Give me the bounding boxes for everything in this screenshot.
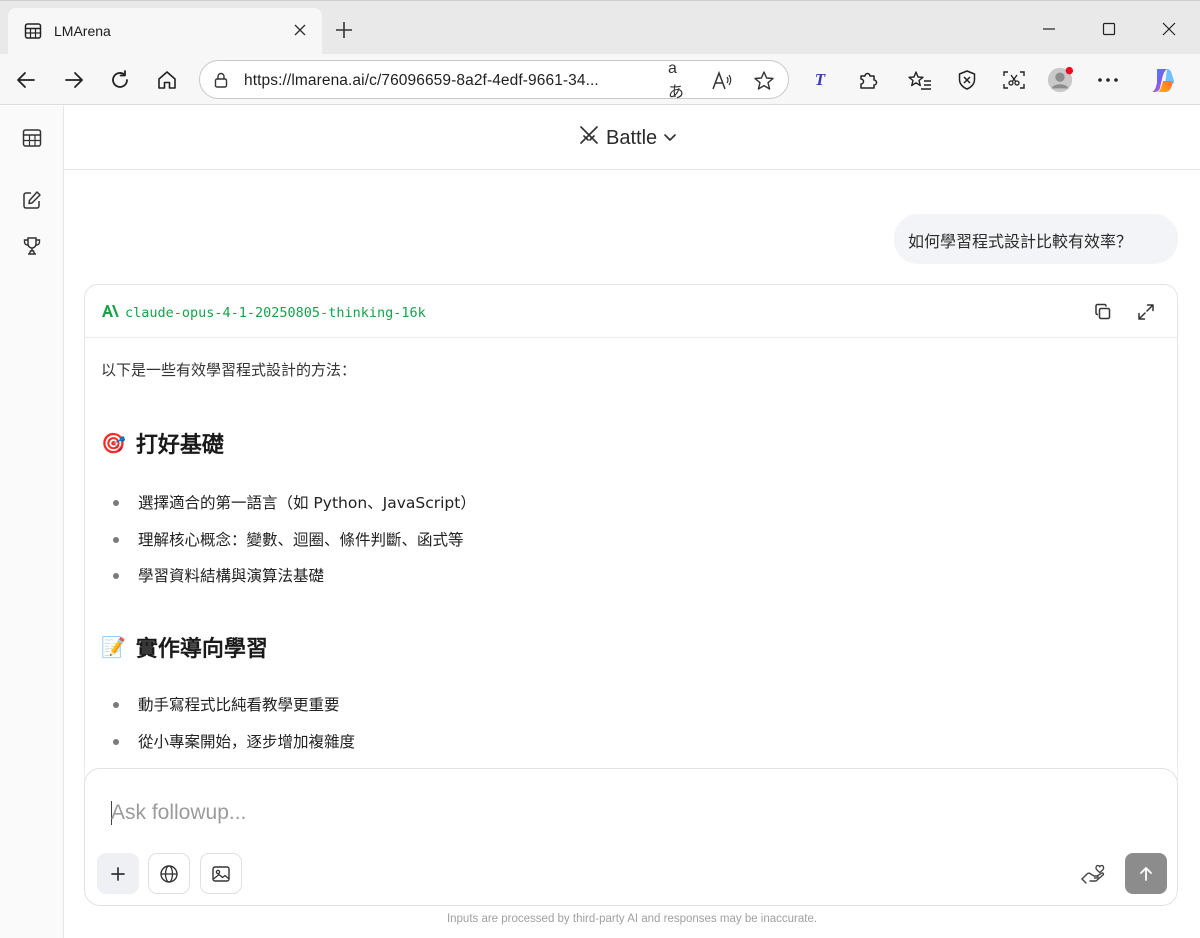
web-search-button[interactable] [148, 853, 190, 894]
left-sidebar [0, 106, 64, 938]
image-upload-button[interactable] [200, 853, 242, 894]
followup-composer [84, 768, 1178, 906]
hand-heart-icon[interactable] [1079, 861, 1107, 889]
response-content: 以下是一些有效學習程式設計的方法： 🎯 打好基礎 選擇適合的第一語言（如 Pyt… [101, 359, 1161, 751]
globe-icon [160, 864, 178, 883]
copy-icon[interactable] [1092, 301, 1114, 323]
bullet-list: 動手寫程式比純看教學更重要 從小專案開始，逐步增加複雜度 [111, 693, 355, 766]
disclaimer-text: Inputs are processed by third-party AI a… [446, 913, 818, 925]
tab-title: LMArena [54, 23, 111, 39]
arrow-up-icon [1140, 866, 1152, 881]
lock-icon[interactable] [212, 71, 230, 94]
anthropic-logo-icon [101, 304, 119, 323]
section-heading-text: 打好基礎 [135, 433, 224, 458]
user-message-bubble: 如何學習程式設計比較有效率？ [894, 214, 1178, 264]
read-aloud-icon[interactable] [710, 69, 734, 93]
plus-icon [111, 866, 125, 881]
target-emoji-icon: 🎯 [101, 431, 126, 455]
response-card-header: claude-opus-4-1-20250805-thinking-16k [85, 285, 1177, 338]
close-tab-icon[interactable] [290, 20, 310, 40]
extension-t-icon[interactable]: T [806, 66, 834, 94]
send-button[interactable] [1125, 853, 1167, 894]
browser-tab-active[interactable]: LMArena [8, 8, 322, 55]
new-tab-icon[interactable] [332, 18, 356, 42]
translate-icon[interactable]: aあ [668, 60, 692, 101]
maximize-icon[interactable] [1097, 17, 1121, 41]
more-menu-icon[interactable] [1094, 66, 1122, 94]
refresh-icon[interactable] [106, 66, 134, 94]
extensions-puzzle-icon[interactable] [854, 66, 882, 94]
response-intro: 以下是一些有效學習程式設計的方法： [101, 361, 357, 379]
back-arrow-icon[interactable] [12, 66, 40, 94]
model-name: claude-opus-4-1-20250805-thinking-16k [125, 305, 426, 321]
shield-icon[interactable] [953, 66, 981, 94]
section-heading: 🎯 打好基礎 [101, 427, 224, 459]
list-item: 從小專案開始，逐步增加複雜度 [111, 730, 355, 767]
bullet-list: 選擇適合的第一語言（如 Python、JavaScript） 理解核心概念：變數… [111, 491, 476, 601]
list-item: 選擇適合的第一語言（如 Python、JavaScript） [111, 491, 476, 528]
favorite-star-icon[interactable] [752, 69, 776, 93]
new-chat-edit-icon[interactable] [20, 188, 44, 212]
minimize-icon[interactable] [1037, 17, 1061, 41]
screenshot-scissors-icon[interactable] [1000, 66, 1028, 94]
browser-toolbar: https://lmarena.ai/c/76096659-8a2f-4edf-… [0, 54, 1200, 105]
table-grid-icon[interactable] [20, 126, 44, 150]
url-text[interactable]: https://lmarena.ai/c/76096659-8a2f-4edf-… [244, 72, 599, 90]
section-heading: 📝 實作導向學習 [101, 631, 268, 663]
home-icon[interactable] [153, 66, 181, 94]
add-attachment-button[interactable] [97, 853, 139, 894]
image-icon [212, 865, 230, 882]
copilot-icon[interactable] [1148, 66, 1176, 94]
followup-input[interactable] [111, 797, 1011, 829]
chat-header: Battle [64, 106, 1200, 170]
forward-arrow-icon[interactable] [60, 66, 88, 94]
crossed-swords-icon [578, 124, 600, 152]
mode-label: Battle [606, 126, 658, 149]
trophy-icon[interactable] [20, 234, 44, 258]
address-bar[interactable]: https://lmarena.ai/c/76096659-8a2f-4edf-… [199, 60, 789, 101]
list-item: 學習資料結構與演算法基礎 [111, 564, 476, 601]
profile-avatar[interactable] [1046, 66, 1074, 94]
favorites-list-icon[interactable] [906, 66, 934, 94]
chevron-down-icon [663, 127, 677, 150]
browser-titlebar: LMArena [0, 0, 1200, 55]
table-grid-icon [24, 22, 42, 45]
list-item: 理解核心概念：變數、迴圈、條件判斷、函式等 [111, 528, 476, 565]
close-window-icon[interactable] [1157, 17, 1181, 41]
model-response-card: claude-opus-4-1-20250805-thinking-16k 以下… [84, 284, 1178, 804]
list-item: 動手寫程式比純看教學更重要 [111, 693, 355, 730]
expand-icon[interactable] [1135, 301, 1157, 323]
section-heading-text: 實作導向學習 [135, 637, 268, 662]
mode-selector[interactable]: Battle [578, 124, 677, 152]
memo-emoji-icon: 📝 [101, 635, 126, 659]
